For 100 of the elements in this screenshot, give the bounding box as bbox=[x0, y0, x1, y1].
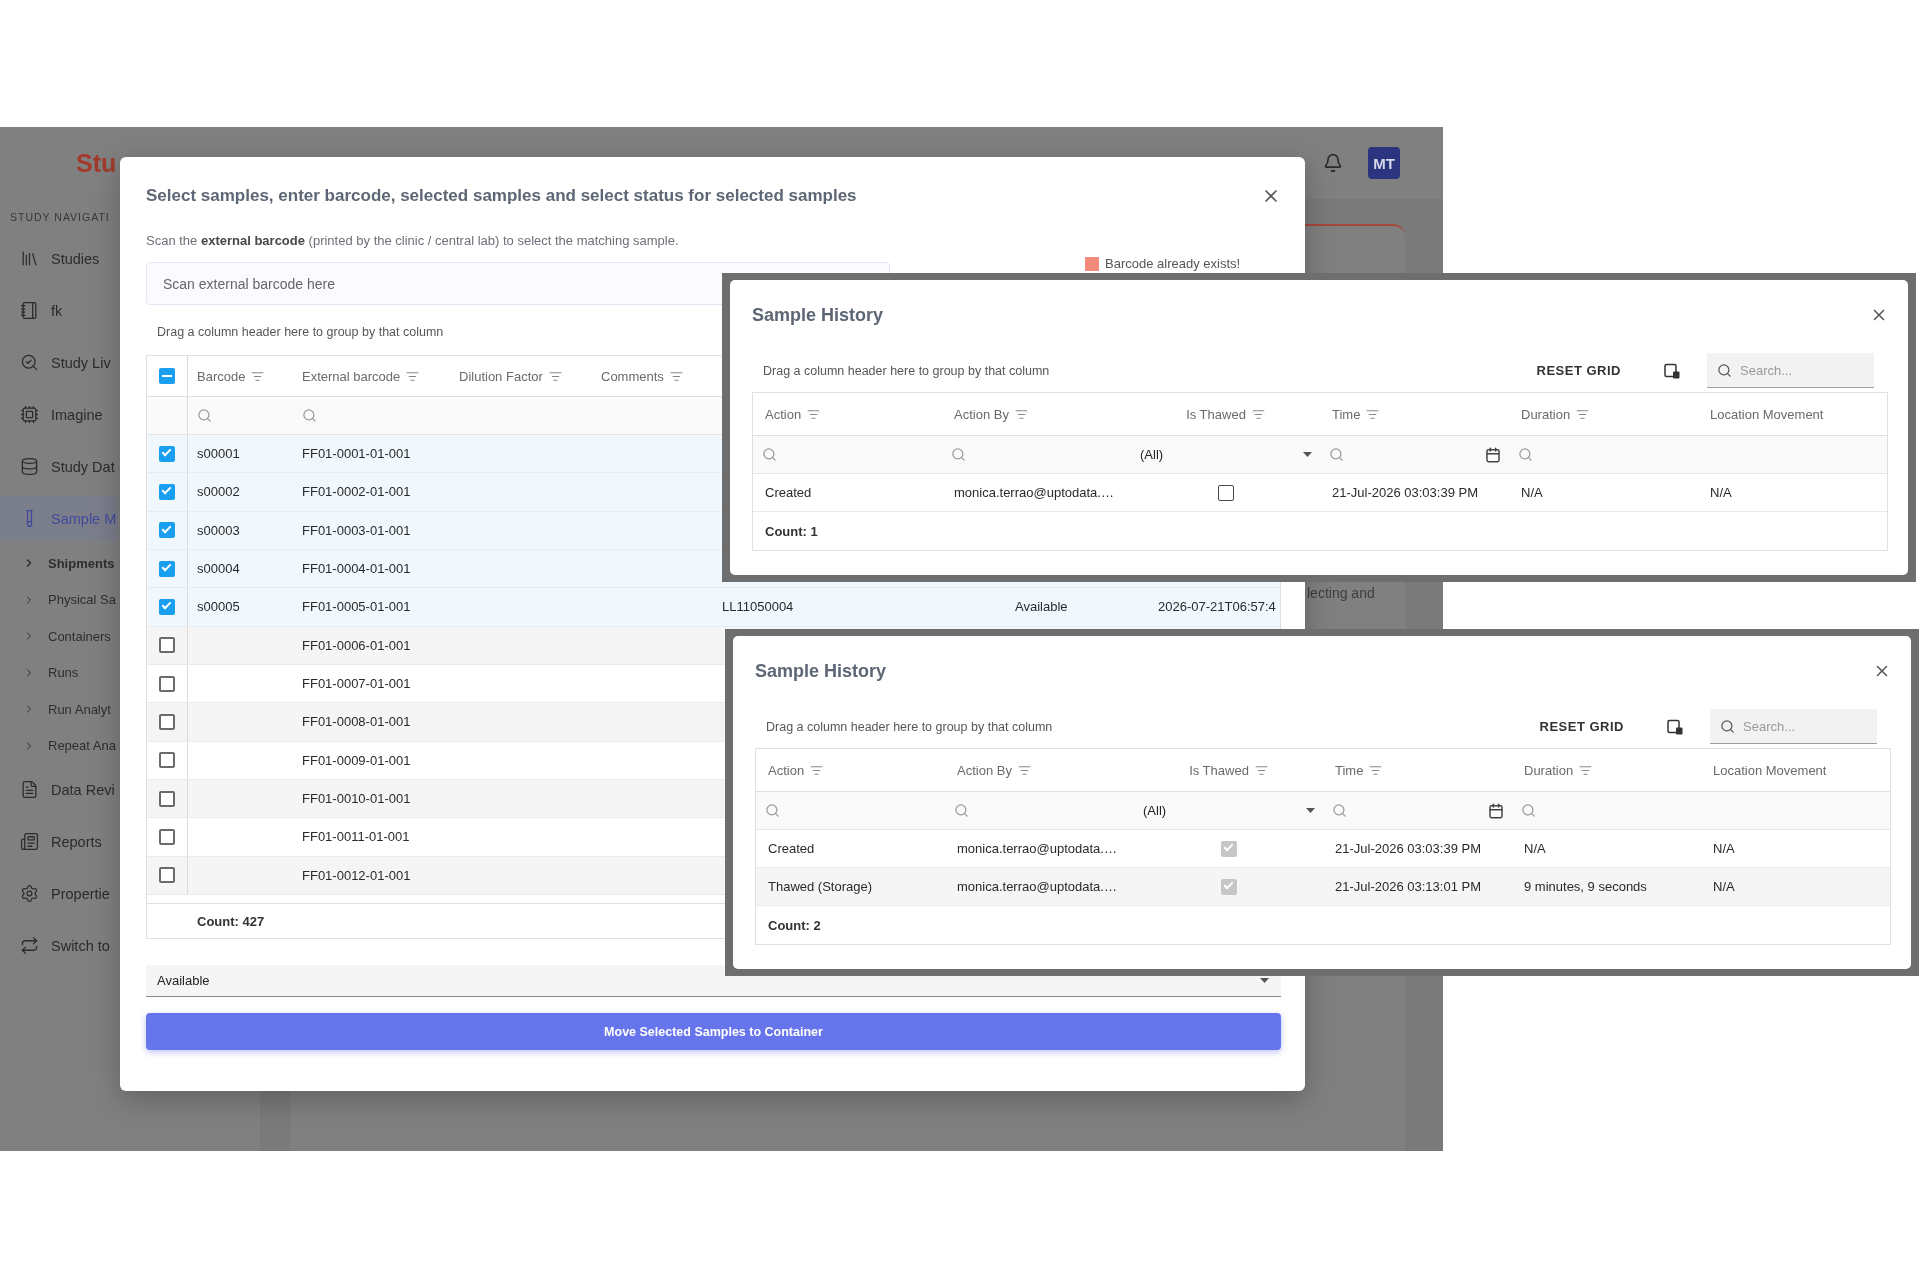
nav-subitem[interactable]: Repeat Ana bbox=[0, 727, 118, 764]
checkbox[interactable] bbox=[159, 828, 175, 845]
search-field[interactable]: Search... bbox=[1710, 709, 1877, 744]
nav-item[interactable]: Reports bbox=[0, 819, 118, 864]
table-cell-text: Available bbox=[1014, 598, 1069, 617]
table-cell-text: FF01-0006-01-001 bbox=[301, 636, 412, 655]
table-cell-text: FF01-0005-01-001 bbox=[301, 598, 412, 617]
column-chooser-icon[interactable] bbox=[1667, 718, 1683, 735]
search-icon bbox=[1521, 803, 1536, 818]
nav-subitem[interactable]: Shipments bbox=[0, 545, 118, 582]
notebook-icon bbox=[20, 301, 39, 320]
dialog-title: Sample History bbox=[752, 304, 884, 326]
column-header[interactable]: Duration bbox=[1512, 749, 1701, 791]
nav-item[interactable]: Propertie bbox=[0, 871, 118, 916]
column-header[interactable]: Is Thawed bbox=[1131, 393, 1320, 435]
reset-grid-button[interactable]: RESET GRID bbox=[1531, 710, 1632, 743]
column-header[interactable]: Action By bbox=[942, 393, 1131, 435]
table-cell-text: Thawed (Storage) bbox=[767, 878, 874, 896]
nav-subitem[interactable]: Containers bbox=[0, 618, 118, 655]
filter-icon[interactable] bbox=[251, 369, 265, 383]
filter-icon[interactable] bbox=[1579, 763, 1593, 777]
checkbox[interactable] bbox=[159, 790, 175, 807]
filter-icon[interactable] bbox=[1017, 763, 1031, 777]
nav-item[interactable]: Study Dat bbox=[0, 444, 118, 489]
checkbox[interactable] bbox=[159, 560, 175, 577]
checkbox[interactable] bbox=[159, 484, 175, 500]
nav-item[interactable]: fk bbox=[0, 288, 118, 333]
calendar-icon[interactable] bbox=[1485, 446, 1501, 463]
table-cell-text: FF01-0004-01-001 bbox=[301, 560, 412, 579]
reset-grid-button[interactable]: RESET GRID bbox=[1528, 354, 1629, 387]
table-cell-text: s00002 bbox=[196, 483, 241, 502]
bell-icon[interactable] bbox=[1323, 153, 1343, 173]
nav-subitem[interactable]: Run Analyt bbox=[0, 691, 118, 728]
table-cell-text: s00005 bbox=[196, 598, 241, 617]
caret-icon bbox=[1306, 808, 1315, 813]
column-chooser-icon[interactable] bbox=[1664, 362, 1680, 379]
checkbox[interactable] bbox=[159, 368, 175, 384]
table-row[interactable]: Thawed (Storage) monica.terrao@uptodata.… 21-Jul-2026 03:13:01 PM 9 minutes, 9 seconds N/A bbox=[756, 868, 1890, 906]
column-header[interactable]: Duration bbox=[1509, 393, 1698, 435]
nav-item[interactable]: Studies bbox=[0, 236, 118, 281]
column-header[interactable]: External barcode bbox=[293, 356, 450, 396]
dialog-title: Select samples, enter barcode, selected samples and select status for selected samples bbox=[146, 185, 857, 207]
checkbox[interactable] bbox=[159, 867, 175, 884]
user-avatar[interactable]: MT bbox=[1368, 147, 1400, 179]
row-count: Count: 2 bbox=[768, 917, 821, 933]
calendar-icon[interactable] bbox=[1488, 802, 1504, 819]
nav-item[interactable]: Imagine bbox=[0, 392, 118, 437]
checkbox[interactable] bbox=[159, 598, 175, 615]
books-icon bbox=[20, 249, 39, 268]
filter-icon[interactable] bbox=[1366, 407, 1380, 421]
checkbox[interactable] bbox=[159, 522, 175, 539]
table-row[interactable]: s00005 FF01-0005-01-001 LL11050004 Available 2026-07-21T06:57:4 bbox=[147, 588, 1280, 627]
search-field[interactable]: Search... bbox=[1707, 353, 1874, 388]
filter-icon[interactable] bbox=[406, 369, 420, 383]
table-cell-text: s00001 bbox=[196, 445, 241, 464]
column-header[interactable]: Time bbox=[1320, 393, 1509, 435]
filter-icon[interactable] bbox=[669, 369, 683, 383]
filter-icon[interactable] bbox=[807, 407, 821, 421]
column-header[interactable]: Comments bbox=[592, 356, 713, 396]
table-cell-text: N/A bbox=[1712, 840, 1736, 858]
nav-item[interactable]: Study Liv bbox=[0, 340, 118, 385]
settings-icon bbox=[20, 884, 39, 903]
checkbox[interactable] bbox=[159, 675, 175, 692]
checkbox[interactable] bbox=[159, 637, 175, 654]
column-header[interactable]: Location Movement bbox=[1701, 749, 1890, 791]
filter-icon[interactable] bbox=[1251, 407, 1265, 421]
search-icon bbox=[951, 447, 966, 462]
table-cell-text: monica.terrao@uptodata.… bbox=[956, 878, 1118, 896]
search-icon bbox=[762, 447, 777, 462]
row-count: Count: 427 bbox=[197, 913, 265, 929]
column-header[interactable]: Location Movement bbox=[1698, 393, 1887, 435]
table-cell-text: 9 minutes, 9 seconds bbox=[1523, 878, 1648, 896]
group-panel-hint: Drag a column header here to group by that column bbox=[766, 718, 1053, 735]
checkbox[interactable] bbox=[159, 752, 175, 769]
filter-icon[interactable] bbox=[548, 369, 562, 383]
search-icon bbox=[197, 408, 212, 423]
checkbox[interactable] bbox=[159, 713, 175, 730]
search-icon bbox=[954, 803, 969, 818]
filter-icon[interactable] bbox=[1254, 763, 1268, 777]
table-cell-text: 21-Jul-2026 03:03:39 PM bbox=[1331, 484, 1479, 502]
nav-item[interactable]: Data Revi bbox=[0, 767, 118, 812]
column-header[interactable]: Dilution Factor bbox=[450, 356, 592, 396]
nav-subitem[interactable]: Physical Sa bbox=[0, 581, 118, 618]
filter-icon[interactable] bbox=[1014, 407, 1028, 421]
nav-item[interactable]: Switch to bbox=[0, 923, 118, 968]
column-header[interactable]: Barcode bbox=[188, 356, 293, 396]
table-cell-text: N/A bbox=[1712, 878, 1736, 896]
repeat-icon bbox=[20, 936, 39, 955]
table-cell-text: s00004 bbox=[196, 560, 241, 579]
move-samples-button[interactable]: Move Selected Samples to Container bbox=[146, 1013, 1281, 1050]
filter-icon[interactable] bbox=[1576, 407, 1590, 421]
filter-icon[interactable] bbox=[810, 763, 824, 777]
search-icon bbox=[1329, 447, 1344, 462]
search-icon bbox=[1720, 719, 1735, 734]
checkbox[interactable] bbox=[159, 445, 175, 462]
filter-icon[interactable] bbox=[1369, 763, 1383, 777]
column-header[interactable]: Action bbox=[753, 393, 942, 435]
nav-subitem[interactable]: Runs bbox=[0, 654, 118, 691]
group-panel-hint: Drag a column header here to group by that column bbox=[157, 324, 444, 340]
column-header[interactable]: Time bbox=[1323, 749, 1512, 791]
